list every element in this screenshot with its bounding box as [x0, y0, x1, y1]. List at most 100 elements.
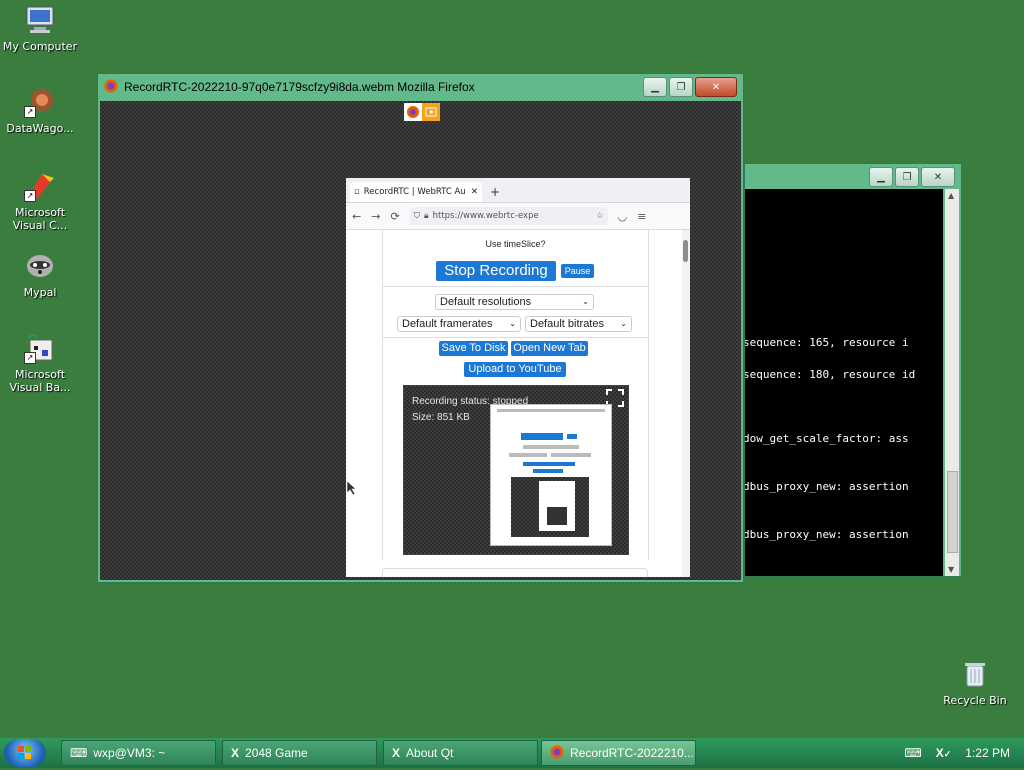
computer-icon	[24, 4, 56, 36]
mouse-cursor-icon	[346, 480, 357, 498]
pocket-icon[interactable]: ◡	[618, 210, 628, 223]
maximize-button[interactable]: ❐	[669, 77, 693, 97]
start-button[interactable]	[4, 739, 46, 767]
minimize-button[interactable]: ▁	[643, 77, 667, 97]
desktop-icon-label: Microsoft Visual C...	[12, 206, 68, 232]
close-button[interactable]: ✕	[695, 77, 737, 97]
clock[interactable]: 1:22 PM	[965, 746, 1010, 760]
firefox-icon	[104, 79, 118, 96]
minimize-button[interactable]: ▁	[869, 167, 893, 187]
taskbar-item-about-qt[interactable]: X About Qt	[383, 740, 538, 766]
framerates-select[interactable]: Default framerates ⌄	[397, 316, 521, 332]
desktop-icon-datawagon[interactable]: ↗ DataWago...	[0, 86, 80, 135]
video-preview[interactable]: Recording status: stopped Size: 851 KB	[403, 385, 629, 555]
resolutions-select[interactable]: Default resolutions ⌄	[435, 294, 594, 310]
chevron-down-icon: ⌄	[582, 297, 589, 306]
nested-recording-frame	[490, 404, 612, 546]
window-controls: ▁ ❐ ✕	[869, 167, 955, 187]
desktop-icon-label: Mypal	[23, 286, 57, 299]
save-to-disk-button[interactable]: Save To Disk	[439, 341, 508, 356]
desktop-icon-label: Recycle Bin	[943, 694, 1007, 707]
x11-icon: X	[392, 746, 401, 760]
window-controls: ▁ ❐ ✕	[643, 77, 737, 97]
timeslice-label: Use timeSlice?	[485, 239, 546, 249]
pause-button[interactable]: Pause	[561, 264, 594, 278]
desktop-icon-visual-basic[interactable]: ↗ Microsoft Visual Ba...	[0, 332, 80, 394]
recorder-panel: Use timeSlice? Stop Recording Pause Defa…	[382, 230, 649, 560]
bitrates-select[interactable]: Default bitrates ⌄	[525, 316, 632, 332]
shield-icon: ⛉	[413, 211, 421, 221]
url-text: https://www.webrtc-expe	[432, 211, 539, 221]
browser-tab[interactable]: ▫ RecordRTC | WebRTC Au ✕	[350, 182, 482, 202]
firefox-icon	[550, 745, 564, 762]
video-viewport[interactable]: ▫ RecordRTC | WebRTC Au ✕ + ← → ⟳ ⛉ 🔒︎ h…	[100, 101, 741, 580]
terminal-scrollbar[interactable]: ▲ ▼	[945, 189, 959, 576]
desktop-icon-label: Microsoft Visual Ba...	[9, 368, 71, 394]
select-value: Default resolutions	[440, 296, 532, 308]
terminal-icon: ⌨	[70, 746, 88, 760]
desktop-icon-visual-c[interactable]: ↗ Microsoft Visual C...	[0, 170, 80, 232]
url-bar[interactable]: ⛉ 🔒︎ https://www.webrtc-expe ☆	[409, 207, 608, 225]
menu-icon[interactable]: ≡	[637, 210, 646, 223]
terminal-line: sequence: 180, resource id	[745, 368, 916, 381]
firefox-window[interactable]: RecordRTC-2022210-97q0e7179scfzy9i8da.we…	[97, 73, 744, 583]
browser-navbar: ← → ⟳ ⛉ 🔒︎ https://www.webrtc-expe ☆ ◡ ≡	[346, 203, 690, 230]
taskbar-item-2048[interactable]: X 2048 Game	[222, 740, 377, 766]
system-tray: ⌨ X✓ 1:22 PM	[904, 738, 1024, 768]
new-tab-icon[interactable]: +	[482, 185, 508, 202]
media-toolbar	[404, 103, 440, 121]
chevron-down-icon: ⌄	[509, 319, 516, 328]
reload-icon[interactable]: ⟳	[390, 210, 399, 223]
desktop-icon-label: DataWago...	[6, 122, 74, 135]
task-label: wxp@VM3: ~	[93, 746, 166, 760]
desktop-icon-my-computer[interactable]: My Computer	[0, 4, 80, 53]
page-icon: ▫	[354, 187, 360, 197]
close-button[interactable]: ✕	[921, 167, 955, 187]
taskbar-item-firefox[interactable]: RecordRTC-2022210...	[541, 740, 696, 766]
terminal-line: sequence: 165, resource i	[745, 336, 909, 349]
close-tab-icon[interactable]: ✕	[471, 187, 478, 197]
desktop-icon-recycle-bin[interactable]: Recycle Bin	[935, 658, 1015, 707]
x11-tray-icon[interactable]: X✓	[936, 746, 952, 760]
task-label: About Qt	[406, 746, 454, 760]
task-label: 2048 Game	[245, 746, 308, 760]
keyboard-icon[interactable]: ⌨	[904, 746, 921, 760]
desktop-icon-mypal[interactable]: Mypal	[0, 250, 80, 299]
recording-size: Size: 851 KB	[412, 412, 470, 423]
task-label: RecordRTC-2022210...	[570, 746, 694, 760]
lock-icon: 🔒︎	[424, 211, 429, 221]
terminal-output[interactable]: sequence: 165, resource i sequence: 180,…	[745, 189, 943, 576]
media-icon[interactable]	[422, 103, 440, 121]
forward-icon[interactable]: →	[371, 210, 380, 223]
terminal-window[interactable]: ▁ ❐ ✕ sequence: 165, resource i sequence…	[744, 163, 962, 577]
recorded-browser: ▫ RecordRTC | WebRTC Au ✕ + ← → ⟳ ⛉ 🔒︎ h…	[346, 178, 690, 577]
taskbar: ⌨ wxp@VM3: ~ X 2048 Game X About Qt Reco…	[0, 738, 1024, 768]
chevron-down-icon: ⌄	[620, 319, 627, 328]
stop-recording-button[interactable]: Stop Recording	[436, 261, 556, 281]
back-icon[interactable]: ←	[352, 210, 361, 223]
taskbar-item-terminal[interactable]: ⌨ wxp@VM3: ~	[61, 740, 216, 766]
page-scrollbar[interactable]	[682, 230, 690, 577]
visual-basic-icon: ↗	[24, 332, 56, 364]
firefox-icon	[404, 103, 422, 121]
maximize-button[interactable]: ❐	[895, 167, 919, 187]
open-new-tab-button[interactable]: Open New Tab	[511, 341, 588, 356]
tab-title: RecordRTC | WebRTC Au	[363, 187, 466, 197]
windows-logo-icon	[18, 746, 31, 759]
mypal-icon	[24, 250, 56, 282]
terminal-line: dow_get_scale_factor: ass	[745, 432, 909, 445]
x11-icon: X	[231, 746, 240, 760]
terminal-line: dbus_proxy_new: assertion	[745, 480, 909, 493]
browser-tabs: ▫ RecordRTC | WebRTC Au ✕ +	[346, 178, 690, 203]
visual-c-icon: ↗	[24, 170, 56, 202]
terminal-line: dbus_proxy_new: assertion	[745, 528, 909, 541]
datawagon-icon: ↗	[24, 86, 56, 118]
desktop-icon-label: My Computer	[2, 40, 78, 53]
star-icon[interactable]: ☆	[596, 211, 604, 221]
select-value: Default bitrates	[530, 318, 604, 330]
window-title: RecordRTC-2022210-97q0e7179scfzy9i8da.we…	[124, 80, 475, 94]
recycle-bin-icon	[959, 658, 991, 690]
page-content: Use timeSlice? Stop Recording Pause Defa…	[346, 230, 690, 577]
select-value: Default framerates	[402, 318, 493, 330]
upload-youtube-button[interactable]: Upload to YouTube	[464, 362, 566, 377]
